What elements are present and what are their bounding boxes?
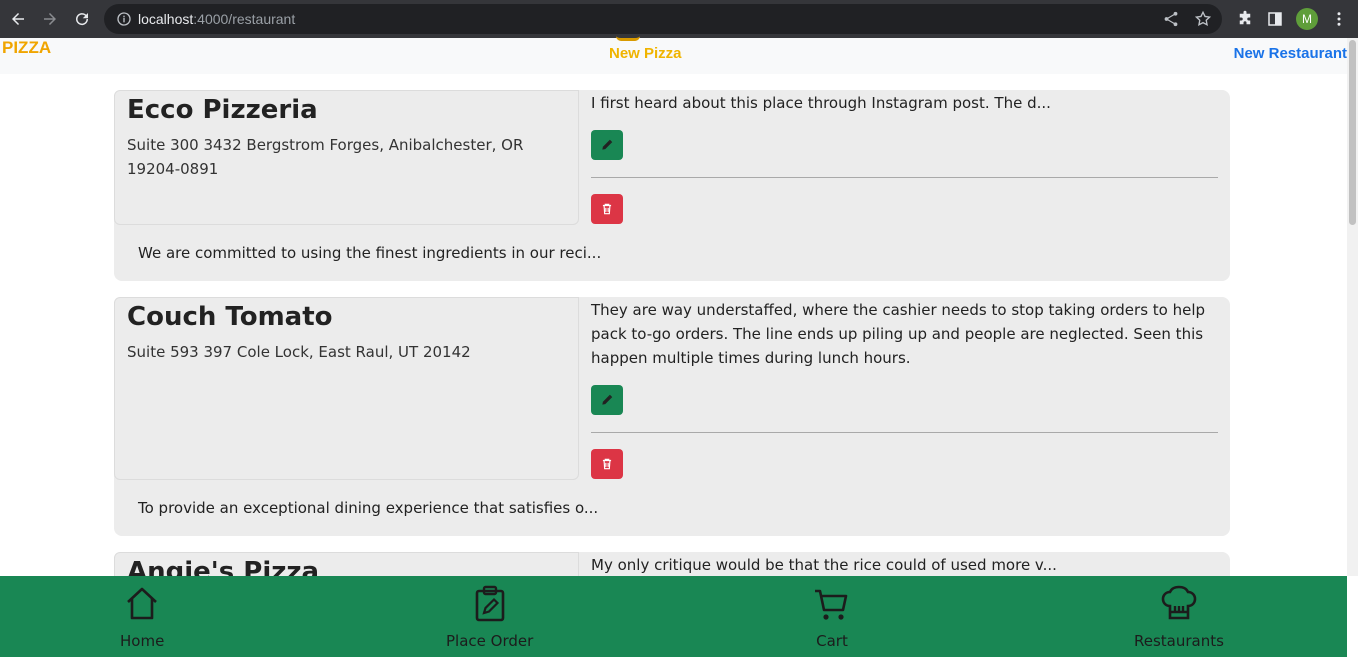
more-menu-icon[interactable]	[1330, 10, 1348, 28]
brand-logo[interactable]: PIZZA	[2, 38, 51, 58]
bottom-navbar: Home Place Order Cart Restaurants	[0, 576, 1347, 657]
profile-avatar[interactable]: M	[1296, 8, 1318, 30]
edit-review-button[interactable]	[591, 385, 623, 415]
browser-toolbar: localhost:4000/restaurant M	[0, 0, 1358, 38]
scrollbar-thumb[interactable]	[1349, 40, 1356, 225]
restaurant-name[interactable]: Couch Tomato	[127, 300, 566, 334]
review-text: I first heard about this place through I…	[591, 94, 1051, 112]
back-icon[interactable]	[2, 3, 34, 35]
pencil-icon	[602, 394, 613, 405]
pizza-icon	[616, 36, 640, 41]
forward-icon[interactable]	[34, 3, 66, 35]
nav-home-label: Home	[120, 632, 165, 650]
nav-cart-label: Cart	[816, 632, 848, 650]
trash-icon	[602, 203, 612, 215]
clipboard-edit-icon	[475, 585, 504, 622]
new-pizza-link[interactable]: New Pizza	[609, 45, 682, 62]
side-panel-icon[interactable]	[1266, 10, 1284, 28]
restaurant-mission: To provide an exceptional dining experie…	[138, 499, 599, 517]
restaurant-mission: We are committed to using the finest ing…	[138, 244, 602, 262]
cart-icon	[815, 589, 848, 620]
restaurant-card: Ecco Pizzeria Suite 300 3432 Bergstrom F…	[114, 90, 1230, 281]
review-section: I first heard about this place through I…	[591, 90, 1218, 224]
pencil-icon	[602, 139, 613, 150]
bookmark-star-icon[interactable]	[1194, 10, 1212, 28]
delete-review-button[interactable]	[591, 449, 623, 479]
restaurant-name[interactable]: Ecco Pizzeria	[127, 93, 566, 127]
nav-cart[interactable]: Cart	[812, 584, 852, 650]
restaurant-info: Ecco Pizzeria Suite 300 3432 Bergstrom F…	[114, 90, 579, 225]
restaurant-address: Suite 593 397 Cole Lock, East Raul, UT 2…	[127, 343, 471, 361]
reload-icon[interactable]	[66, 3, 98, 35]
home-icon	[127, 587, 158, 620]
divider	[591, 177, 1218, 178]
url-text: localhost:4000/restaurant	[138, 11, 296, 27]
review-text: They are way understaffed, where the cas…	[591, 301, 1206, 367]
review-section: They are way understaffed, where the cas…	[591, 297, 1218, 479]
trash-icon	[602, 458, 612, 470]
share-icon[interactable]	[1162, 10, 1180, 28]
address-bar[interactable]: localhost:4000/restaurant	[104, 4, 1222, 34]
nav-place-order[interactable]: Place Order	[446, 584, 533, 650]
extensions-icon[interactable]	[1236, 10, 1254, 28]
delete-review-button[interactable]	[591, 194, 623, 224]
edit-review-button[interactable]	[591, 130, 623, 160]
restaurant-card: Couch Tomato Suite 593 397 Cole Lock, Ea…	[114, 297, 1230, 536]
new-restaurant-link[interactable]: New Restaurant	[1234, 45, 1347, 62]
nav-home[interactable]: Home	[120, 584, 164, 650]
review-section: My only critique would be that the rice …	[591, 552, 1218, 577]
restaurant-info: Couch Tomato Suite 593 397 Cole Lock, Ea…	[114, 297, 579, 480]
divider	[591, 432, 1218, 433]
restaurant-address: Suite 300 3432 Bergstrom Forges, Anibalc…	[127, 136, 524, 178]
nav-restaurants[interactable]: Restaurants	[1134, 584, 1224, 650]
page-scrollbar[interactable]	[1347, 38, 1358, 576]
nav-place-order-label: Place Order	[446, 632, 534, 650]
nav-restaurants-label: Restaurants	[1134, 632, 1224, 650]
top-navbar: PIZZA New Pizza New Restaurant	[0, 38, 1347, 74]
info-icon[interactable]	[116, 11, 132, 27]
review-text: My only critique would be that the rice …	[591, 556, 1057, 574]
chef-hat-icon	[1161, 585, 1197, 620]
